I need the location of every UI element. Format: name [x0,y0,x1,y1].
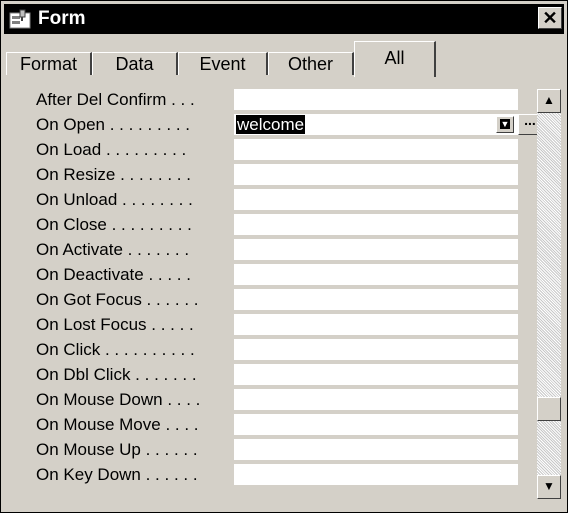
property-label[interactable]: On Lost Focus . . . . . [13,314,231,336]
property-label[interactable]: On Mouse Down . . . . [13,389,231,411]
property-label[interactable]: On Open . . . . . . . . . [13,114,231,136]
property-value[interactable] [234,89,518,110]
property-label[interactable]: On Dbl Click . . . . . . . [13,364,231,386]
form-properties-window: Form ✕ Format Data Event Other All After… [0,0,568,513]
close-icon: ✕ [542,8,558,28]
property-value[interactable] [234,264,518,285]
property-label[interactable]: On Got Focus . . . . . . [13,289,231,311]
property-label[interactable]: On Click . . . . . . . . . . [13,339,231,361]
chevron-down-icon: ▼ [499,119,511,129]
ellipsis-icon: ... [524,112,536,128]
property-value[interactable] [234,364,518,385]
property-row-on-resize: On Resize . . . . . . . . [13,164,529,186]
property-row-on-activate: On Activate . . . . . . . [13,239,529,261]
property-value[interactable] [234,214,518,235]
property-value[interactable] [234,339,518,360]
tab-format[interactable]: Format [6,52,92,75]
tab-data[interactable]: Data [92,52,178,75]
scroll-down-button[interactable]: ▼ [537,475,561,499]
scrollbar-thumb[interactable] [537,397,561,421]
tab-all[interactable]: All [354,41,436,77]
window-title: Form [38,8,86,29]
close-button[interactable]: ✕ [538,7,562,29]
tab-event[interactable]: Event [178,52,268,75]
property-label[interactable]: After Del Confirm . . . [13,89,231,111]
property-grid: After Del Confirm . . . On Open . . . . … [13,89,542,507]
dropdown-button[interactable]: ▼ [496,116,514,133]
property-label[interactable]: On Mouse Up . . . . . . [13,439,231,461]
property-label[interactable]: On Load . . . . . . . . . [13,139,231,161]
title-bar[interactable]: Form ✕ [4,4,564,34]
property-row-on-load: On Load . . . . . . . . . [13,139,529,161]
property-label[interactable]: On Close . . . . . . . . . [13,214,231,236]
property-value[interactable] [234,414,518,435]
property-row-on-close: On Close . . . . . . . . . [13,214,529,236]
arrow-down-icon: ▼ [543,479,555,493]
arrow-up-icon: ▲ [543,93,555,107]
property-label[interactable]: On Unload . . . . . . . . [13,189,231,211]
property-label[interactable]: On Mouse Move . . . . [13,414,231,436]
property-tabs: Format Data Event Other All [4,39,564,77]
scroll-up-button[interactable]: ▲ [537,89,561,113]
property-value[interactable] [234,139,518,160]
property-value[interactable] [234,189,518,210]
property-row-on-deactivate: On Deactivate . . . . . [13,264,529,286]
form-properties-icon [9,9,31,29]
property-row-on-got-focus: On Got Focus . . . . . . [13,289,529,311]
property-value[interactable] [234,314,518,335]
on-open-value-field[interactable]: welcome ▼ [234,114,518,135]
property-row-on-key-down: On Key Down . . . . . . [13,464,529,486]
property-row-on-mouse-move: On Mouse Move . . . . [13,414,529,436]
property-row-on-mouse-up: On Mouse Up . . . . . . [13,439,529,461]
tab-other[interactable]: Other [268,52,354,75]
property-value[interactable] [234,164,518,185]
property-row-on-lost-focus: On Lost Focus . . . . . [13,314,529,336]
vertical-scrollbar[interactable]: ▲ ▼ [537,89,561,499]
property-row-after-del-confirm: After Del Confirm . . . [13,89,529,111]
property-value[interactable] [234,289,518,310]
property-label[interactable]: On Key Down . . . . . . [13,464,231,486]
property-value[interactable] [234,239,518,260]
property-value[interactable] [234,464,518,485]
property-row-on-dbl-click: On Dbl Click . . . . . . . [13,364,529,386]
selected-text: welcome [236,115,306,134]
property-value[interactable] [234,439,518,460]
property-row-on-mouse-down: On Mouse Down . . . . [13,389,529,411]
property-label[interactable]: On Deactivate . . . . . [13,264,231,286]
property-row-on-open: On Open . . . . . . . . . welcome ▼ ... [13,113,542,136]
property-label[interactable]: On Resize . . . . . . . . [13,164,231,186]
property-label[interactable]: On Activate . . . . . . . [13,239,231,261]
property-row-on-click: On Click . . . . . . . . . . [13,339,529,361]
property-row-on-unload: On Unload . . . . . . . . [13,189,529,211]
property-value[interactable] [234,389,518,410]
